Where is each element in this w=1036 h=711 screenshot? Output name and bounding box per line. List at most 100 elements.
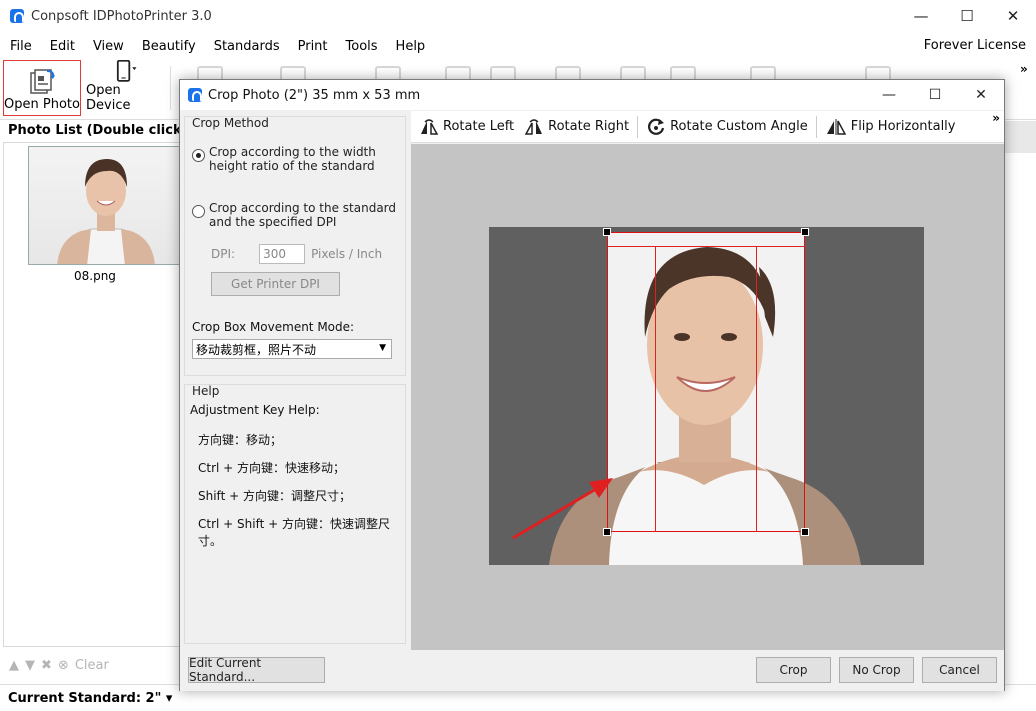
license-label: Forever License	[923, 38, 1026, 53]
app-icon	[10, 9, 24, 23]
open-photo-label: Open Photo	[4, 97, 80, 112]
maximize-button[interactable]: ☐	[944, 0, 990, 32]
option1-line2: height ratio of the standard	[209, 159, 375, 173]
dialog-button-bar: Edit Current Standard... Crop No Crop Ca…	[180, 651, 1004, 691]
crop-guide-line	[756, 246, 757, 532]
crop-guide-line	[607, 246, 805, 247]
radio-ratio[interactable]	[192, 149, 205, 162]
crop-button[interactable]: Crop	[756, 657, 831, 683]
rotate-right-icon	[524, 118, 543, 135]
chevron-down-icon: ▼	[379, 343, 386, 353]
photo-preview	[489, 227, 924, 565]
crop-handle-bottom-right[interactable]	[801, 528, 809, 536]
dialog-title-bar: Crop Photo (2") 35 mm x 53 mm — ☐ ✕	[180, 80, 1004, 110]
open-device-button[interactable]: Open Device	[86, 60, 164, 116]
rotate-left-button[interactable]: Rotate Left	[417, 118, 516, 135]
dpi-unit: Pixels / Inch	[311, 247, 383, 261]
clear-icon[interactable]: ⊗	[58, 658, 69, 673]
dialog-maximize-button[interactable]: ☐	[912, 80, 958, 110]
menu-edit[interactable]: Edit	[40, 39, 83, 54]
crop-option-ratio[interactable]: Crop according to the width height ratio…	[192, 145, 376, 173]
edit-current-standard-button[interactable]: Edit Current Standard...	[188, 656, 325, 684]
crop-option-dpi[interactable]: Crop according to the standard and the s…	[192, 201, 396, 229]
minimize-button[interactable]: —	[898, 0, 944, 32]
rotate-custom-label: Rotate Custom Angle	[670, 119, 808, 134]
no-crop-button[interactable]: No Crop	[839, 657, 914, 683]
move-up-icon[interactable]: ▲	[9, 658, 19, 673]
dialog-app-icon	[188, 88, 202, 102]
red-arrow-annotation	[512, 478, 613, 540]
option2-line1: Crop according to the standard	[209, 201, 397, 215]
help-line: Ctrl + 方向键：快速移动；	[198, 461, 346, 475]
menu-view[interactable]: View	[83, 39, 132, 54]
rotate-custom-angle-button[interactable]: Rotate Custom Angle	[644, 117, 810, 137]
crop-method-label: Crop Method	[192, 116, 269, 130]
photo-thumbnail[interactable]	[28, 146, 182, 265]
menu-file[interactable]: File	[0, 39, 40, 54]
crop-method-group: Crop Method Crop according to the width …	[184, 116, 406, 376]
dpi-input[interactable]: 300	[259, 244, 306, 264]
open-photo-button[interactable]: Open Photo	[3, 60, 81, 116]
phone-icon	[116, 60, 137, 82]
main-canvas-edge	[1004, 121, 1036, 153]
open-device-label: Open Device	[86, 83, 131, 113]
toolbar-overflow-icon[interactable]: »	[1020, 62, 1028, 76]
list-actions: ▲ ▼ ✖ ⊗ Clear	[3, 650, 180, 680]
flip-horizontal-icon	[826, 118, 846, 135]
toolbar-separator	[815, 115, 817, 138]
crop-box[interactable]	[607, 232, 805, 532]
help-line: 方向键：移动；	[198, 433, 283, 447]
movement-mode-select[interactable]: 移动裁剪框，照片不动 ▼	[192, 339, 392, 359]
cancel-button[interactable]: Cancel	[922, 657, 997, 683]
open-photo-icon	[30, 69, 55, 94]
rotate-right-label: Rotate Right	[548, 119, 630, 134]
crop-guide-line	[655, 246, 656, 532]
help-label: Help	[192, 384, 220, 398]
remove-icon[interactable]: ✖	[41, 658, 52, 673]
radio-dpi[interactable]	[192, 205, 205, 218]
crop-handle-top-left[interactable]	[603, 228, 611, 236]
dialog-title: Crop Photo (2") 35 mm x 53 mm	[208, 87, 421, 103]
adjust-help-title: Adjustment Key Help:	[190, 403, 320, 417]
toolbar-separator	[170, 66, 171, 110]
dpi-row: DPI: 300 Pixels / Inch	[211, 244, 382, 264]
menu-help[interactable]: Help	[386, 39, 434, 54]
help-line: Shift + 方向键：调整尺寸；	[198, 489, 351, 503]
rotate-right-button[interactable]: Rotate Right	[522, 118, 631, 135]
flip-horizontally-button[interactable]: Flip Horizontally	[823, 118, 958, 135]
movement-mode-label: Crop Box Movement Mode:	[192, 320, 355, 334]
option2-line2: and the specified DPI	[209, 215, 337, 229]
crop-canvas[interactable]	[411, 144, 1004, 650]
menu-bar: File Edit View Beautify Standards Print …	[0, 34, 1036, 58]
close-button[interactable]: ✕	[990, 0, 1036, 32]
rotate-left-icon	[421, 118, 439, 135]
toolbar-separator	[637, 115, 639, 138]
option1-line1: Crop according to the width	[209, 145, 376, 159]
dialog-toolbar: Rotate Left Rotate Right Rotate Custom A…	[411, 111, 1004, 143]
rotate-left-label: Rotate Left	[443, 119, 515, 134]
menu-beautify[interactable]: Beautify	[132, 39, 204, 54]
help-line: Ctrl + Shift + 方向键：快速调整尺寸。	[198, 517, 390, 548]
dpi-label: DPI:	[211, 247, 236, 261]
clear-button[interactable]: Clear	[75, 658, 109, 673]
thumbnail-filename: 08.png	[74, 269, 116, 283]
photo-list-header: Photo List (Double click to	[0, 121, 180, 141]
app-title: Conpsoft IDPhotoPrinter 3.0	[31, 8, 212, 24]
menu-tools[interactable]: Tools	[336, 39, 386, 54]
get-printer-dpi-button[interactable]: Get Printer DPI	[211, 272, 340, 296]
portrait-thumbnail-image	[57, 159, 155, 264]
current-standard-dropdown[interactable]: Current Standard: 2" ▾	[8, 691, 172, 706]
dialog-close-button[interactable]: ✕	[958, 80, 1004, 110]
crop-photo-dialog: Crop Photo (2") 35 mm x 53 mm — ☐ ✕ Crop…	[179, 79, 1005, 691]
move-down-icon[interactable]: ▼	[25, 658, 35, 673]
dialog-toolbar-overflow-icon[interactable]: »	[992, 111, 1000, 125]
dialog-minimize-button[interactable]: —	[866, 80, 912, 110]
photo-list: 08.png	[3, 142, 182, 647]
flip-horizontal-label: Flip Horizontally	[850, 119, 956, 134]
menu-standards[interactable]: Standards	[204, 39, 288, 54]
menu-print[interactable]: Print	[288, 39, 336, 54]
main-title-bar: Conpsoft IDPhotoPrinter 3.0 — ☐ ✕	[0, 0, 1036, 32]
help-group: Help Adjustment Key Help: 方向键：移动； Ctrl +…	[184, 384, 406, 644]
crop-handle-top-right[interactable]	[801, 228, 809, 236]
movement-mode-value: 移动裁剪框，照片不动	[196, 342, 317, 357]
